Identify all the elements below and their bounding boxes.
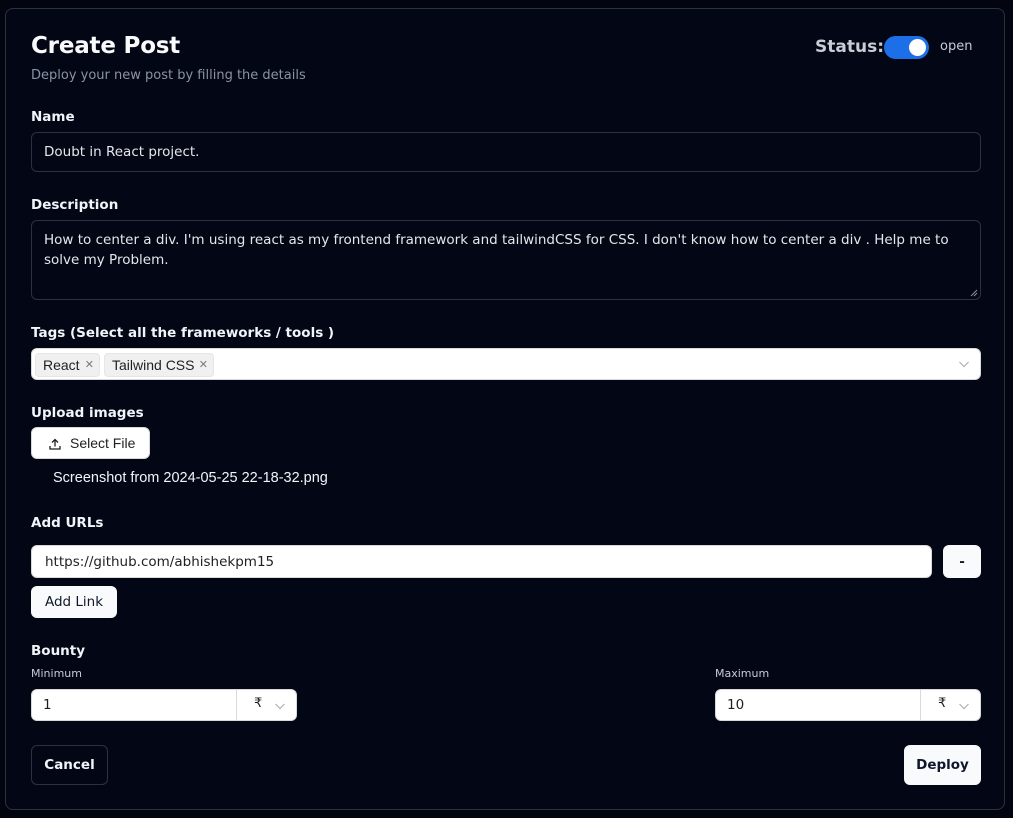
status-value: open: [940, 39, 973, 54]
description-label: Description: [31, 197, 119, 213]
minimum-label: Minimum: [31, 667, 82, 680]
maximum-label: Maximum: [715, 667, 770, 680]
upload-label: Upload images: [31, 405, 144, 421]
chevron-down-icon: [959, 703, 969, 710]
cancel-button[interactable]: Cancel: [31, 745, 108, 785]
create-post-card: Create Post Deploy your new post by fill…: [5, 8, 1005, 810]
page-title: Create Post: [31, 33, 181, 59]
status-toggle[interactable]: [884, 36, 929, 59]
status-label: Status:: [815, 37, 884, 57]
resize-handle-icon[interactable]: [970, 289, 978, 297]
minimum-currency-select[interactable]: ₹: [236, 690, 297, 720]
select-file-button[interactable]: Select File: [31, 427, 150, 459]
minimum-bounty-input[interactable]: [32, 690, 236, 720]
chevron-down-icon: [275, 703, 285, 710]
deploy-button[interactable]: Deploy: [904, 745, 981, 785]
tags-label: Tags (Select all the frameworks / tools …: [31, 325, 335, 341]
select-file-label: Select File: [70, 435, 136, 451]
tag-chip-label: React: [43, 357, 80, 373]
description-textarea[interactable]: How to center a div. I'm using react as …: [31, 220, 981, 300]
maximum-bounty-input[interactable]: [716, 690, 920, 720]
tag-chip: React ✕: [35, 353, 100, 377]
uploaded-file-item: Screenshot from 2024-05-25 22-18-32.png: [31, 470, 328, 486]
name-input[interactable]: [31, 132, 981, 172]
toggle-knob: [909, 39, 926, 56]
page-subtitle: Deploy your new post by filling the deta…: [31, 68, 306, 83]
bounty-label: Bounty: [31, 643, 86, 659]
add-link-button[interactable]: Add Link: [31, 586, 117, 618]
name-label: Name: [31, 109, 75, 125]
currency-symbol: ₹: [254, 696, 263, 711]
tags-select[interactable]: React ✕ Tailwind CSS ✕: [31, 348, 981, 380]
description-wrapper: How to center a div. I'm using react as …: [31, 220, 981, 300]
tag-chip-label: Tailwind CSS: [112, 357, 195, 373]
tag-chip: Tailwind CSS ✕: [104, 353, 214, 377]
maximum-currency-select[interactable]: ₹: [920, 690, 981, 720]
maximum-bounty-field: ₹: [715, 689, 981, 721]
minimum-bounty-field: ₹: [31, 689, 297, 721]
currency-symbol: ₹: [938, 696, 947, 711]
url-input[interactable]: [31, 545, 932, 578]
urls-label: Add URLs: [31, 515, 104, 531]
close-icon[interactable]: ✕: [199, 354, 208, 376]
uploaded-file-name: Screenshot from 2024-05-25 22-18-32.png: [53, 470, 328, 486]
chevron-down-icon: [959, 361, 969, 368]
close-icon[interactable]: ✕: [85, 354, 94, 376]
remove-url-button[interactable]: -: [943, 545, 981, 578]
upload-icon: [49, 438, 61, 450]
attachment-icon: [31, 470, 45, 484]
